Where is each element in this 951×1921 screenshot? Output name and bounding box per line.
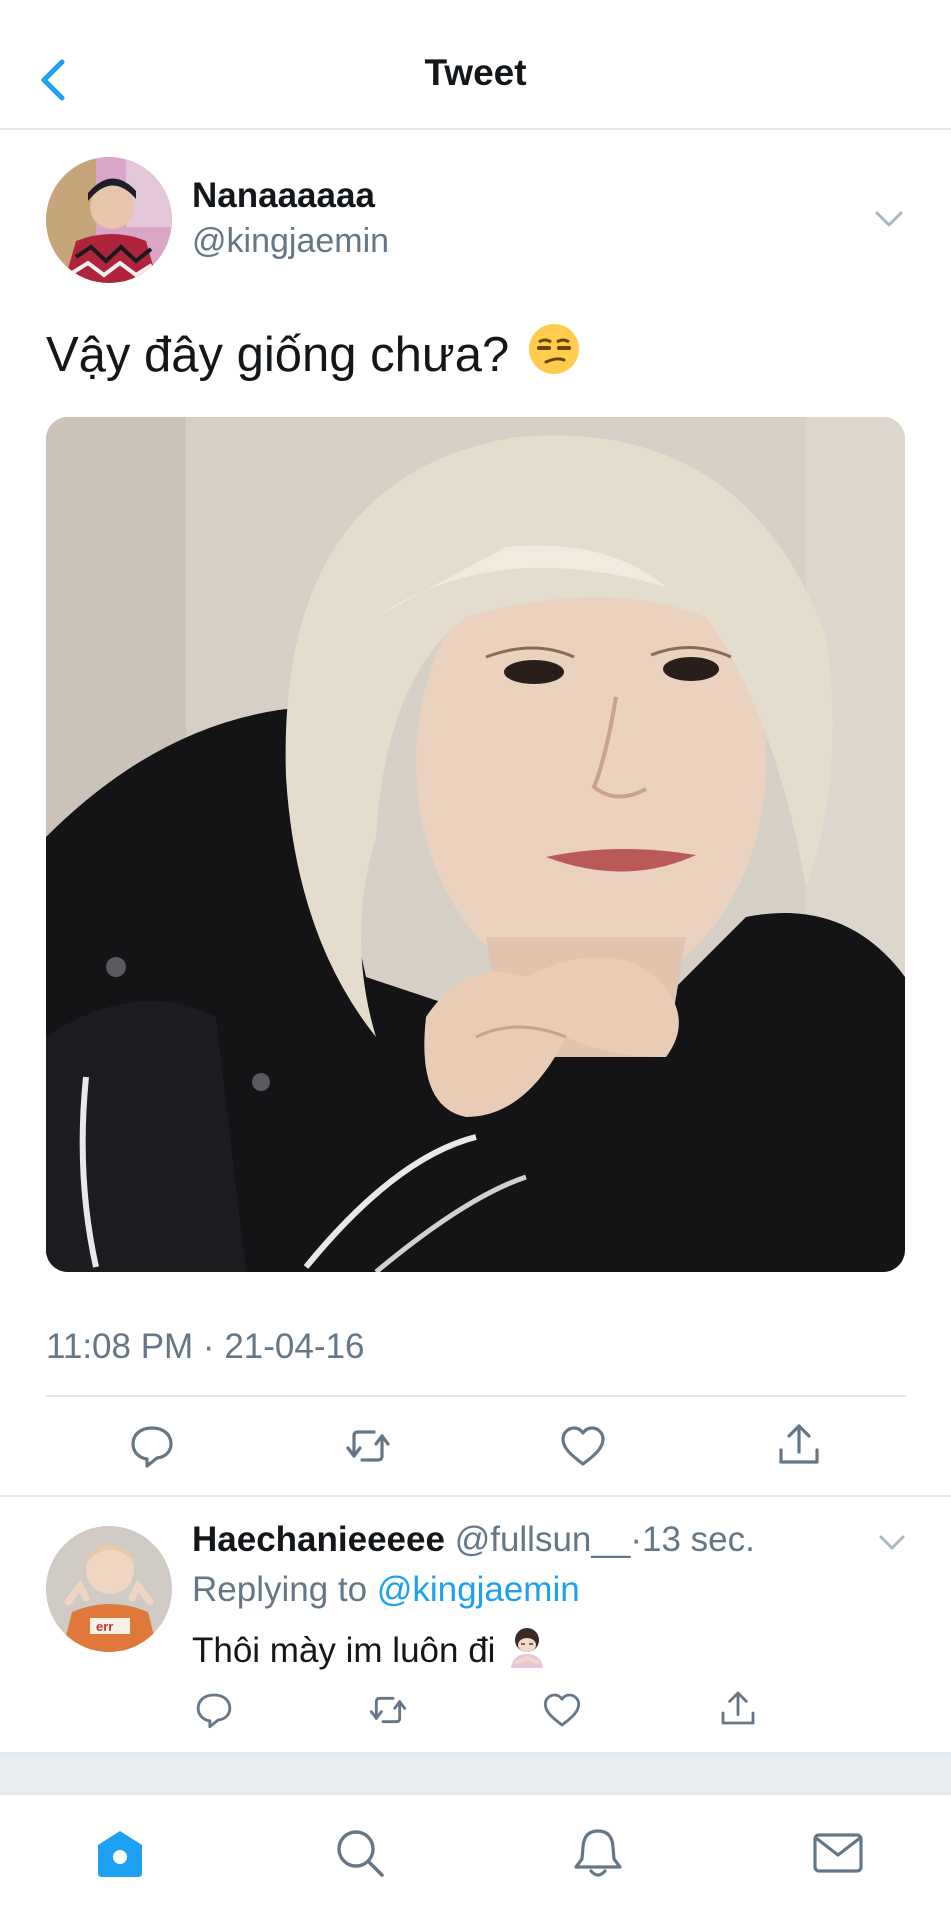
section-separator [0,1752,951,1795]
reply-like-button[interactable] [542,1690,582,1730]
divider [0,1495,951,1497]
author-name[interactable]: Nanaaaaaa [192,176,375,216]
reply-separator: · [630,1520,642,1559]
reply-author-name[interactable]: Haechanieeeee [192,1520,445,1559]
share-button[interactable] [775,1420,823,1468]
tweet-options-button[interactable] [872,202,906,236]
chevron-down-icon [875,211,903,227]
reply-button[interactable] [128,1422,176,1470]
home-icon [98,1831,142,1877]
tweet-text-content: Vậy đây giống chưa? [46,328,510,382]
reply-retweet-button[interactable] [368,1690,408,1730]
author-avatar[interactable] [46,157,172,283]
reply-icon [131,1426,173,1468]
bottom-navigation [0,1794,951,1921]
retweet-icon [369,1696,407,1724]
divider [46,1395,906,1397]
nav-search[interactable] [332,1825,388,1881]
notifications-icon [574,1829,622,1877]
bowing-woman-icon [505,1624,549,1677]
replying-to-mention[interactable]: @kingjaemin [377,1570,580,1609]
tweet-timestamp: 11:08 PM · 21-04-16 [46,1327,365,1366]
reply-reply-button[interactable] [194,1690,234,1730]
share-icon [779,1424,819,1464]
like-icon [543,1693,581,1727]
reply-text-content: Thôi mày im luôn đi [192,1630,496,1670]
svg-text:err: err [96,1619,113,1634]
like-icon [561,1426,605,1466]
tweet-photo[interactable] [46,417,905,1272]
reply-share-button[interactable] [718,1688,758,1728]
like-button[interactable] [559,1422,607,1470]
reply-author-handle[interactable]: @fullsun__ [455,1520,631,1559]
author-handle[interactable]: @kingjaemin [192,222,389,261]
retweet-button[interactable] [344,1422,392,1470]
nav-home[interactable] [92,1825,148,1881]
nav-notifications[interactable] [570,1825,626,1881]
replying-to-line: Replying to @kingjaemin [192,1570,580,1610]
reply-author-avatar[interactable]: err [46,1526,172,1652]
nav-messages[interactable] [810,1825,866,1881]
retweet-icon [346,1430,390,1462]
reply-options-button[interactable] [876,1527,908,1559]
search-icon [337,1830,384,1877]
messages-icon [813,1833,863,1873]
page-title: Tweet [424,52,527,93]
reply-text: Thôi mày im luôn đi [192,1624,549,1677]
reply-icon [196,1693,232,1729]
chevron-down-icon [879,1535,905,1550]
replying-to-label: Replying to [192,1570,368,1609]
reply-time: 13 sec. [641,1520,755,1559]
tweet-text: Vậy đây giống chưa? [46,322,581,388]
unamused-face-icon [527,322,581,388]
reply-header: Haechanieeeee @fullsun__·13 sec. [192,1520,755,1560]
share-icon [721,1691,755,1725]
